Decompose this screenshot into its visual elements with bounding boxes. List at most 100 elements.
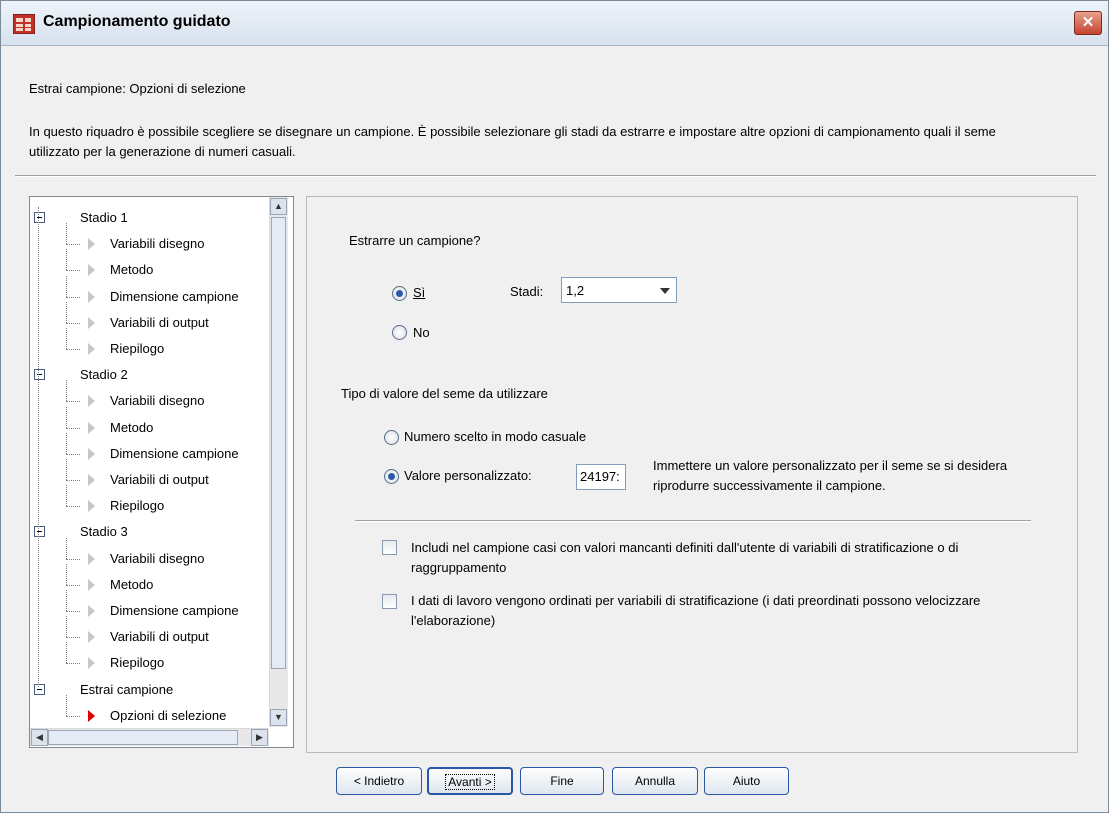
tree-connector bbox=[66, 380, 67, 402]
tree-node-label: Variabili di output bbox=[110, 314, 209, 330]
tree-item[interactable]: Riepilogo bbox=[30, 642, 269, 674]
step-arrow-icon bbox=[88, 578, 95, 591]
step-arrow-icon bbox=[88, 657, 95, 670]
tree-node-label: Stadio 1 bbox=[80, 210, 128, 225]
step-title: Estrai campione: Opzioni di selezione bbox=[29, 81, 246, 96]
tree-connector bbox=[66, 432, 67, 454]
back-button[interactable]: < Indietro bbox=[336, 767, 422, 795]
no-radio[interactable] bbox=[392, 325, 407, 340]
tree-connector bbox=[66, 406, 67, 428]
step-arrow-icon bbox=[88, 343, 95, 355]
tree-connector bbox=[66, 453, 80, 455]
tree-node-label: Stadio 3 bbox=[80, 524, 128, 540]
app-grid-icon bbox=[13, 14, 35, 34]
yes-radio-label[interactable]: Sì bbox=[413, 285, 425, 300]
no-radio-label[interactable]: No bbox=[413, 325, 430, 340]
scroll-right-icon[interactable]: ▶ bbox=[251, 729, 268, 746]
scroll-down-icon[interactable]: ▼ bbox=[270, 709, 287, 726]
tree-connector bbox=[66, 223, 67, 245]
next-button-label: Avanti > bbox=[445, 774, 495, 790]
wizard-navigation-tree[interactable]: Stadio 1 Variabili disegno Metodo Dimension… bbox=[29, 196, 294, 748]
dialog-window: Campionamento guidato ✕ Estrai campione:… bbox=[0, 0, 1109, 813]
tree-item[interactable]: Riepilogo bbox=[30, 328, 269, 360]
tree-horizontal-scrollbar[interactable]: ◀ ▶ bbox=[30, 728, 269, 746]
stages-label: Stadi: bbox=[510, 284, 544, 299]
scroll-left-icon[interactable]: ◀ bbox=[31, 729, 48, 746]
step-arrow-icon bbox=[88, 421, 95, 434]
custom-seed-input[interactable]: 24197: bbox=[576, 464, 626, 490]
collapse-toggle-icon[interactable] bbox=[34, 683, 45, 695]
next-button[interactable]: Avanti > bbox=[427, 767, 513, 795]
tree-root-line bbox=[38, 207, 39, 687]
stages-dropdown[interactable]: 1,2 bbox=[561, 277, 677, 303]
include-missing-label[interactable]: Includi nel campione casi con valori man… bbox=[411, 538, 971, 578]
tree-node-label: Variabili disegno bbox=[110, 393, 205, 409]
tree-node-label: Metodo bbox=[110, 262, 154, 278]
tree-node-label: Opzioni di selezione bbox=[110, 707, 227, 723]
tree-node-label: Riepilogo bbox=[110, 655, 165, 671]
scroll-thumb[interactable] bbox=[271, 217, 286, 669]
close-button[interactable]: ✕ bbox=[1074, 11, 1102, 35]
step-arrow-icon bbox=[88, 447, 95, 460]
tree-connector bbox=[66, 584, 80, 586]
custom-seed-radio[interactable] bbox=[384, 469, 399, 484]
custom-seed-label[interactable]: Valore personalizzato: bbox=[404, 468, 532, 483]
title-bar: Campionamento guidato ✕ bbox=[1, 1, 1108, 46]
tree-node-label: Metodo bbox=[110, 419, 154, 435]
random-seed-radio[interactable] bbox=[384, 430, 399, 445]
tree-node-label: Variabili disegno bbox=[110, 550, 205, 566]
finish-button[interactable]: Fine bbox=[520, 767, 604, 795]
header-separator bbox=[15, 175, 1096, 177]
tree-connector bbox=[66, 611, 80, 612]
tree-connector bbox=[66, 590, 67, 611]
tree-connector bbox=[66, 244, 80, 246]
tree-node-label: Stadio 2 bbox=[80, 367, 128, 383]
tree-connector bbox=[66, 480, 80, 481]
tree-connector bbox=[66, 401, 80, 403]
tree-connector bbox=[66, 506, 80, 508]
window-title: Campionamento guidato bbox=[43, 13, 231, 30]
tree-node-label: Dimensione campione bbox=[110, 288, 239, 304]
tree-connector bbox=[66, 427, 80, 429]
tree-node-label: Dimensione campione bbox=[110, 603, 239, 618]
help-button[interactable]: Aiuto bbox=[704, 767, 789, 795]
chevron-down-icon bbox=[660, 288, 670, 294]
tree-connector bbox=[66, 558, 80, 560]
tree-node-label: Riepilogo bbox=[110, 341, 165, 356]
tree-vertical-scrollbar[interactable]: ▲ ▼ bbox=[269, 197, 288, 727]
tree-connector bbox=[66, 694, 67, 716]
yes-radio[interactable] bbox=[392, 286, 407, 301]
step-arrow-icon bbox=[88, 316, 95, 329]
tree-connector bbox=[66, 301, 67, 323]
collapse-toggle-icon[interactable] bbox=[34, 526, 45, 538]
scroll-up-icon[interactable]: ▲ bbox=[270, 198, 287, 215]
tree-connector bbox=[66, 563, 67, 585]
collapse-toggle-icon[interactable] bbox=[34, 369, 45, 381]
tree-node-label: Riepilogo bbox=[110, 498, 165, 514]
tree-connector bbox=[66, 537, 67, 559]
step-arrow-icon bbox=[88, 631, 95, 644]
tree-connector bbox=[66, 715, 80, 717]
tree-connector bbox=[66, 275, 67, 297]
tree-connector bbox=[66, 296, 80, 298]
horizontal-scroll-thumb[interactable] bbox=[48, 730, 238, 745]
step-description: In questo riquadro è possibile scegliere… bbox=[29, 124, 996, 159]
tree-item-active[interactable]: Opzioni di selezione bbox=[30, 694, 269, 727]
presorted-checkbox[interactable] bbox=[382, 594, 397, 609]
tree-connector bbox=[66, 349, 80, 350]
tree-node-label: Metodo bbox=[110, 576, 154, 592]
tree-node-label: Variabili di output bbox=[110, 629, 209, 645]
presorted-label[interactable]: I dati di lavoro vengono ordinati per va… bbox=[411, 591, 991, 631]
random-seed-label[interactable]: Numero scelto in modo casuale bbox=[404, 429, 586, 444]
step-arrow-icon bbox=[88, 264, 95, 277]
tree-connector bbox=[66, 616, 67, 638]
stages-value: 1,2 bbox=[566, 283, 585, 298]
current-step-arrow-icon bbox=[88, 709, 95, 722]
tree-connector bbox=[66, 459, 67, 480]
seed-question: Tipo di valore del seme da utilizzare bbox=[341, 386, 548, 401]
cancel-button[interactable]: Annulla bbox=[612, 767, 698, 795]
collapse-toggle-icon[interactable] bbox=[34, 212, 45, 223]
tree-node-label: Estrai campione bbox=[80, 681, 174, 697]
include-missing-checkbox[interactable] bbox=[382, 540, 397, 555]
tree-item[interactable]: Riepilogo bbox=[30, 485, 269, 517]
